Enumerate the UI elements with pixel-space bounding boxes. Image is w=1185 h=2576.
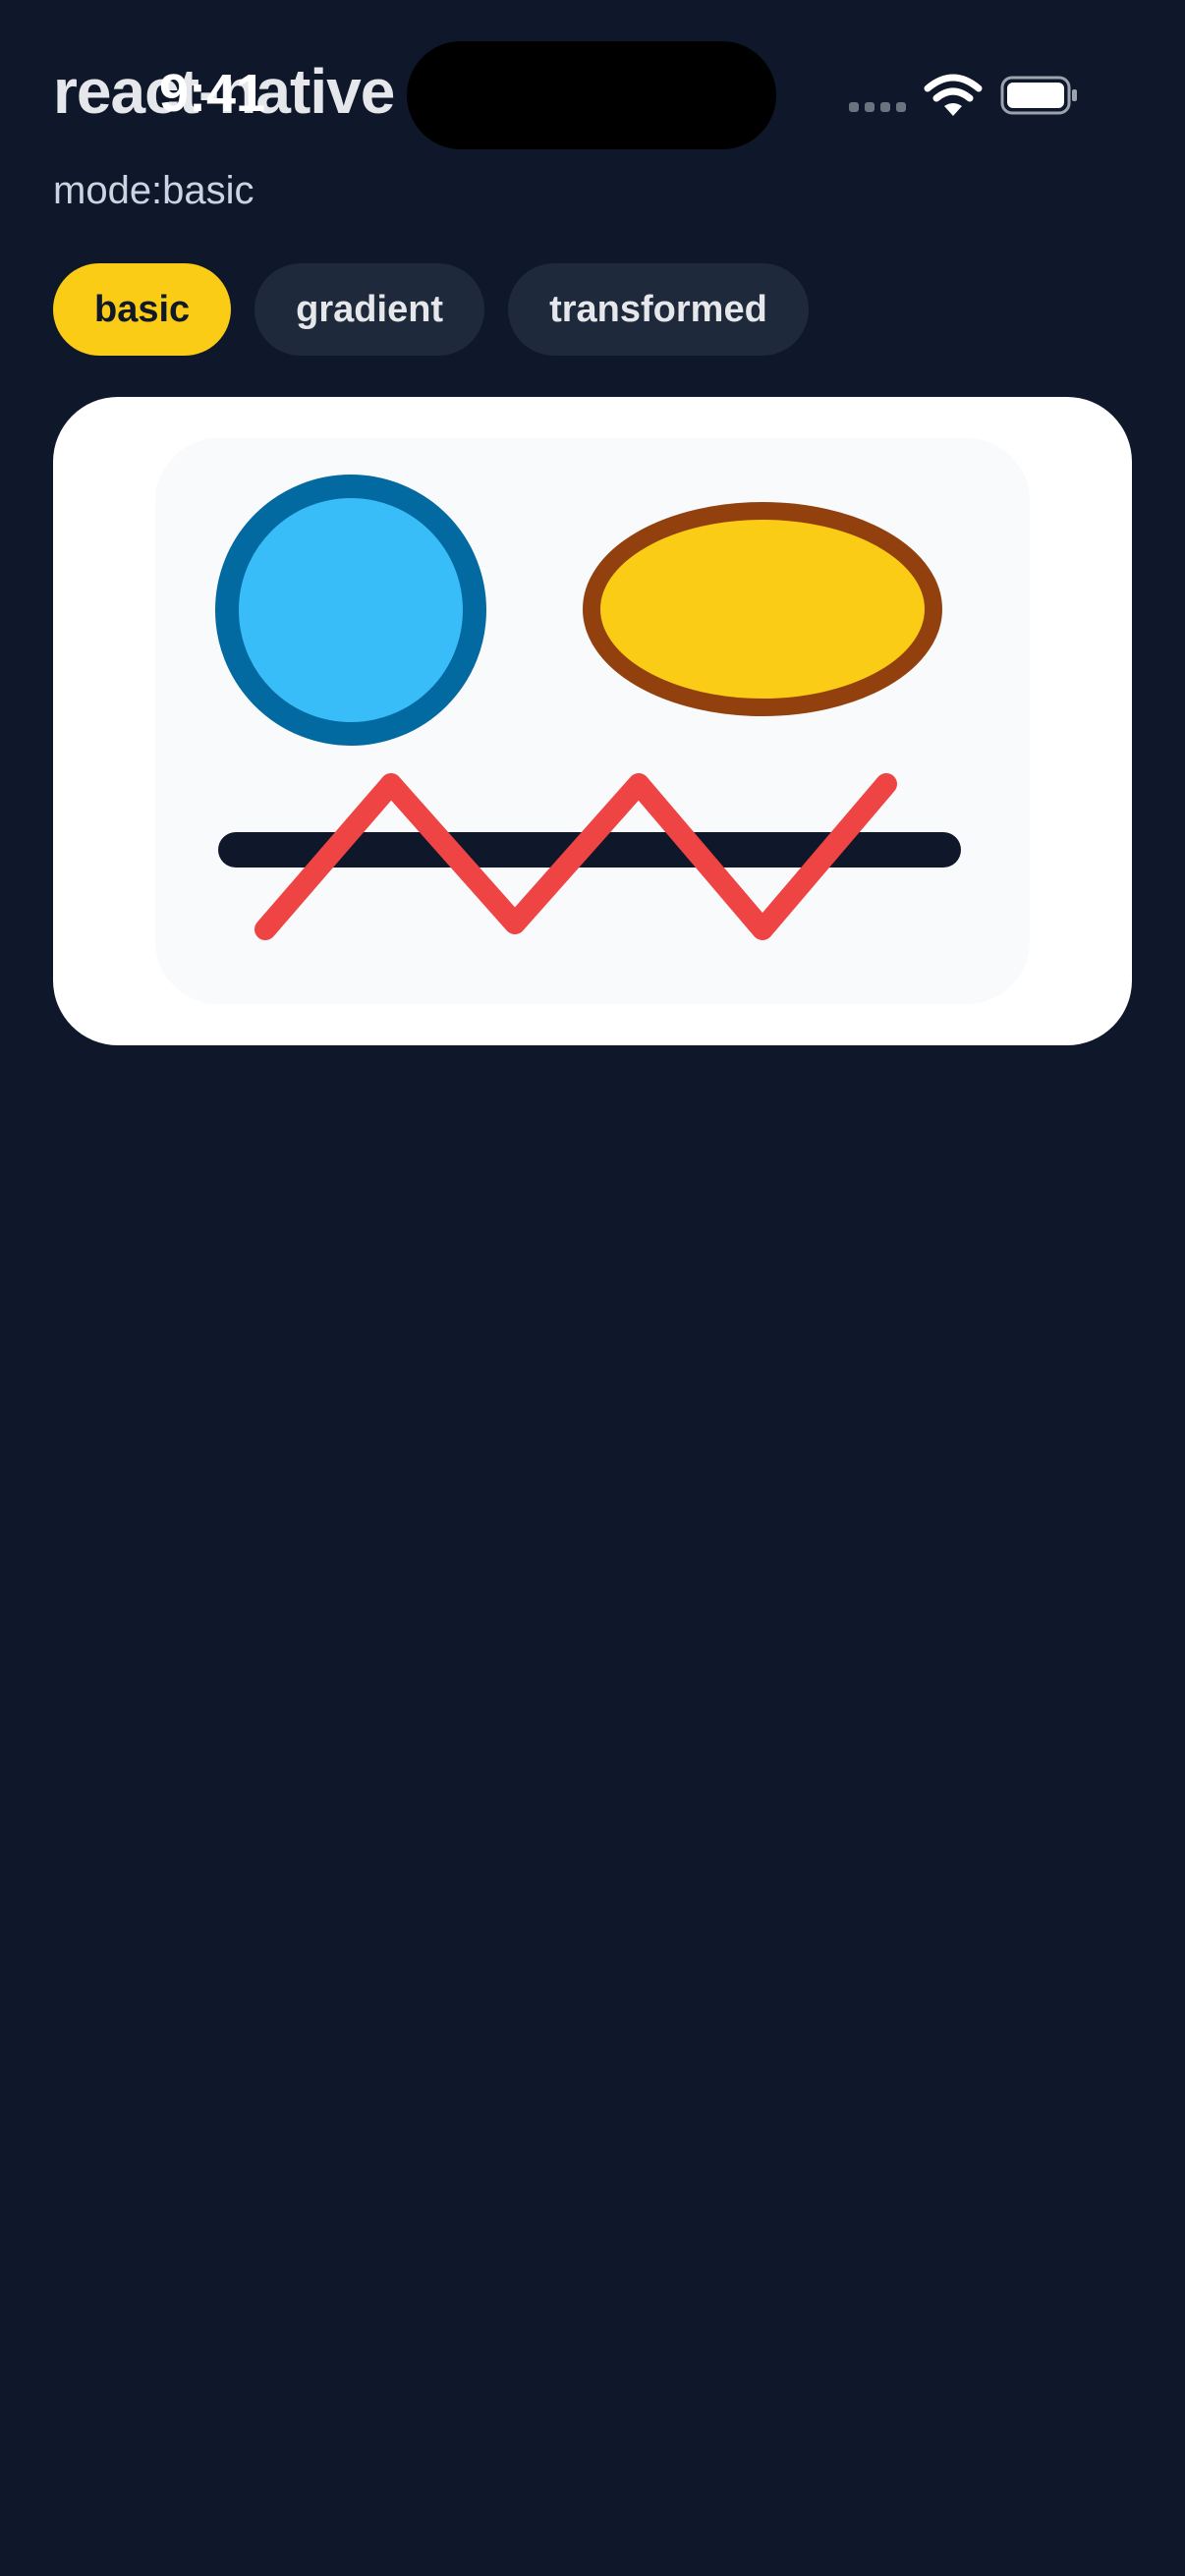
app-screen: react-native 9:41 mode:basic basic gradi… [0, 0, 1185, 2576]
shapes-drawing [215, 475, 961, 940]
mode-label: mode:basic [53, 169, 254, 212]
tab-transformed[interactable]: transformed [508, 263, 809, 356]
mode-tabs: basic gradient transformed [53, 263, 809, 356]
battery-icon [1000, 76, 1077, 115]
tab-gradient[interactable]: gradient [254, 263, 485, 356]
canvas-card [53, 397, 1132, 1045]
circle-shape [215, 475, 486, 746]
tab-basic[interactable]: basic [53, 263, 232, 356]
drawing-canvas [155, 438, 1030, 1004]
signal-icon [849, 102, 908, 114]
ellipse-shape [583, 502, 942, 716]
status-time: 9:41 [159, 64, 266, 123]
wifi-icon [924, 74, 983, 116]
dynamic-island [407, 41, 776, 149]
